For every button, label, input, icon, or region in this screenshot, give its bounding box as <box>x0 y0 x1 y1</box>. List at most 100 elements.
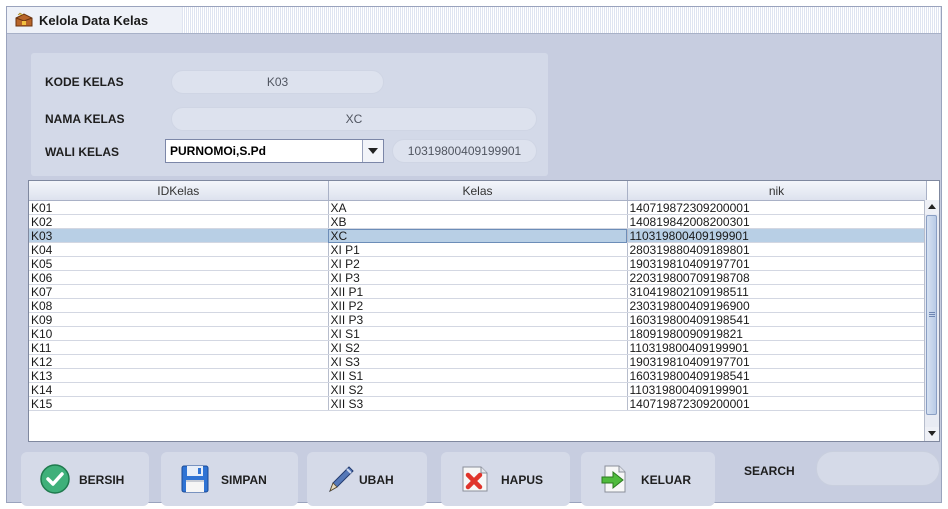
table-cell[interactable]: 110319800409199901 <box>627 228 927 243</box>
arrow-up-icon <box>928 204 936 209</box>
scroll-down-button[interactable] <box>925 427 939 441</box>
wali-kelas-label: WALI KELAS <box>45 145 119 159</box>
scroll-up-button[interactable] <box>925 200 939 214</box>
treasure-box-icon <box>15 12 33 27</box>
table-cell[interactable]: 140719872309200001 <box>627 200 927 215</box>
ubah-label: UBAH <box>359 473 394 487</box>
table-cell[interactable]: K08 <box>29 298 329 313</box>
column-header-kelas[interactable]: Kelas <box>328 181 628 201</box>
table-cell[interactable]: 110319800409199901 <box>627 382 927 397</box>
table-cell[interactable]: K02 <box>29 214 329 229</box>
table-row[interactable]: K14 XII S2 110319800409199901 <box>29 382 927 397</box>
table-cell[interactable]: XII P3 <box>328 312 628 327</box>
table-row[interactable]: K08 XII P2 230319800409196900 <box>29 298 927 313</box>
table-cell[interactable]: K01 <box>29 200 329 215</box>
table-cell[interactable]: XC <box>328 228 628 243</box>
table-cell[interactable]: XI P1 <box>328 242 628 257</box>
column-header-nik[interactable]: nik <box>627 181 927 201</box>
table-cell[interactable]: XI S1 <box>328 326 628 341</box>
table-cell[interactable]: XII P1 <box>328 284 628 299</box>
table-cell[interactable]: 220319800709198708 <box>627 270 927 285</box>
table-cell[interactable]: 18091980090919821 <box>627 326 927 341</box>
table-cell[interactable]: 140819842008200301 <box>627 214 927 229</box>
exit-arrow-icon <box>601 465 626 493</box>
title-bar: Kelola Data Kelas <box>7 7 941 34</box>
window-title: Kelola Data Kelas <box>39 13 149 28</box>
table-cell[interactable]: XII S2 <box>328 382 628 397</box>
table-cell[interactable]: XA <box>328 200 628 215</box>
ubah-button[interactable]: UBAH <box>307 452 427 506</box>
chevron-down-icon <box>368 148 378 154</box>
table-cell[interactable]: K07 <box>29 284 329 299</box>
table-cell[interactable]: 190319810409197701 <box>627 256 927 271</box>
table-row[interactable]: K11 XI S2 110319800409199901 <box>29 340 927 355</box>
table-cell[interactable]: 140719872309200001 <box>627 396 927 411</box>
table-header-row: IDKelas Kelas nik <box>29 181 927 201</box>
table-cell[interactable]: XI P2 <box>328 256 628 271</box>
table-cell[interactable]: 190319810409197701 <box>627 354 927 369</box>
search-input[interactable] <box>816 451 940 486</box>
table-row[interactable]: K15 XII S3 140719872309200001 <box>29 396 927 411</box>
table-cell[interactable]: K10 <box>29 326 329 341</box>
table-row[interactable]: K13 XII S1 160319800409198541 <box>29 368 927 383</box>
table-cell[interactable]: XB <box>328 214 628 229</box>
table-cell[interactable]: XI S3 <box>328 354 628 369</box>
table-row[interactable]: K02 XB 140819842008200301 <box>29 214 927 229</box>
column-header-idkelas[interactable]: IDKelas <box>29 181 329 201</box>
table-cell[interactable]: 310419802109198511 <box>627 284 927 299</box>
table-cell[interactable]: 160319800409198541 <box>627 368 927 383</box>
table-cell[interactable]: K13 <box>29 368 329 383</box>
hapus-button[interactable]: HAPUS <box>441 452 570 506</box>
table-row[interactable]: K12 XI S3 190319810409197701 <box>29 354 927 369</box>
table-cell[interactable]: K12 <box>29 354 329 369</box>
bersih-label: BERSIH <box>79 473 125 487</box>
delete-x-icon <box>462 466 488 492</box>
table-cell[interactable]: XII P2 <box>328 298 628 313</box>
arrow-down-icon <box>928 431 936 436</box>
form-panel: KODE KELAS K03 NAMA KELAS XC WALI KELAS … <box>31 53 548 176</box>
table-cell[interactable]: K03 <box>29 228 329 243</box>
wali-kelas-selected: PURNOMOi,S.Pd <box>170 144 267 158</box>
nama-kelas-field[interactable]: XC <box>171 107 537 131</box>
dropdown-arrow-button[interactable] <box>362 140 383 162</box>
bersih-button[interactable]: BERSIH <box>21 452 149 506</box>
floppy-disk-icon <box>181 465 209 493</box>
table-cell[interactable]: XI P3 <box>328 270 628 285</box>
table-cell[interactable]: 110319800409199901 <box>627 340 927 355</box>
table-cell[interactable]: XII S3 <box>328 396 628 411</box>
table-cell[interactable]: K06 <box>29 270 329 285</box>
search-label: SEARCH <box>744 464 795 478</box>
table-row[interactable]: K05 XI P2 190319810409197701 <box>29 256 927 271</box>
kelas-table[interactable]: IDKelas Kelas nik K01 XA 14071987230920000… <box>28 180 940 442</box>
table-row[interactable]: K09 XII P3 160319800409198541 <box>29 312 927 327</box>
table-row[interactable]: K04 XI P1 280319880409189801 <box>29 242 927 257</box>
table-cell[interactable]: K14 <box>29 382 329 397</box>
kode-kelas-field[interactable]: K03 <box>171 70 384 94</box>
table-cell[interactable]: 280319880409189801 <box>627 242 927 257</box>
table-cell[interactable]: K15 <box>29 396 329 411</box>
check-circle-icon <box>40 464 70 494</box>
kode-kelas-label: KODE KELAS <box>45 75 124 89</box>
table-cell[interactable]: 160319800409198541 <box>627 312 927 327</box>
vertical-scrollbar[interactable] <box>924 200 939 441</box>
table-cell[interactable]: 230319800409196900 <box>627 298 927 313</box>
table-cell[interactable]: K11 <box>29 340 329 355</box>
keluar-label: KELUAR <box>641 473 691 487</box>
table-row[interactable]: K10 XI S1 18091980090919821 <box>29 326 927 341</box>
table-cell[interactable]: K05 <box>29 256 329 271</box>
table-cell[interactable]: XI S2 <box>328 340 628 355</box>
table-row[interactable]: K01 XA 140719872309200001 <box>29 200 927 215</box>
keluar-button[interactable]: KELUAR <box>581 452 715 506</box>
table-row[interactable]: K03 XC 110319800409199901 <box>29 228 927 243</box>
table-cell[interactable]: XII S1 <box>328 368 628 383</box>
wali-kelas-select[interactable]: PURNOMOi,S.Pd <box>165 139 384 163</box>
table-row[interactable]: K06 XI P3 220319800709198708 <box>29 270 927 285</box>
table-row[interactable]: K07 XII P1 310419802109198511 <box>29 284 927 299</box>
hapus-label: HAPUS <box>501 473 544 487</box>
table-cell[interactable]: K09 <box>29 312 329 327</box>
simpan-label: SIMPAN <box>221 473 267 487</box>
wali-nik-field[interactable]: 10319800409199901 <box>392 139 537 163</box>
scroll-thumb[interactable] <box>926 215 937 415</box>
table-cell[interactable]: K04 <box>29 242 329 257</box>
simpan-button[interactable]: SIMPAN <box>161 452 298 506</box>
